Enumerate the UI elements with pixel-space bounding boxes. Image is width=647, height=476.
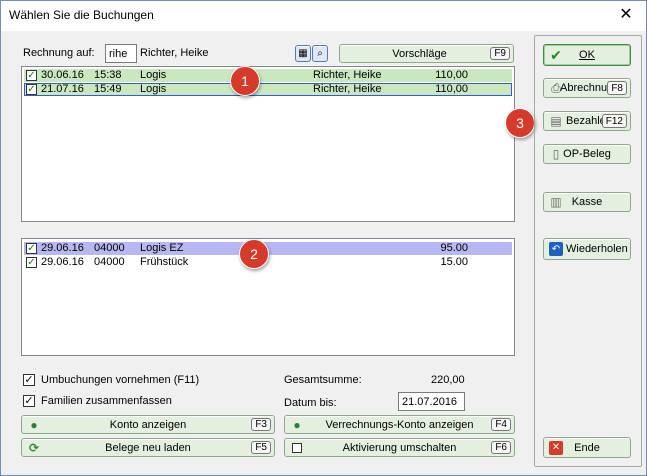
suggestions-label: Vorschläge (392, 47, 447, 60)
row-checkbox[interactable]: ✓ (26, 70, 37, 81)
annotation-badge-3: 3 (505, 108, 535, 138)
row-amount: 110,00 (435, 69, 468, 81)
belege-key: F5 (251, 441, 271, 454)
ende-button[interactable]: ✕ Ende (543, 437, 631, 458)
dialog-window: Wählen Sie die Buchungen ✕ Rechnung auf:… (0, 0, 647, 476)
wiederholen-button[interactable]: ↶ Wiederholen (543, 238, 631, 260)
ok-label: OK (579, 49, 595, 61)
row-time: 15:49 (94, 83, 122, 95)
sum-value: 220,00 (431, 374, 465, 386)
window-title: Wählen Sie die Buchungen (9, 8, 154, 22)
row-text: Logis (140, 69, 167, 81)
printer-icon: ⎙ (551, 80, 561, 95)
row-code: 04000 (94, 242, 125, 254)
cash-register-icon: ▥ (550, 195, 562, 209)
bookings-list[interactable]: ✓ 30.06.16 15:38 Logis Richter, Heike 11… (21, 66, 515, 222)
document-icon: ▯ (552, 147, 560, 161)
opbeleg-button[interactable]: ▯ OP-Beleg (543, 144, 631, 164)
bezahlen-button[interactable]: ▤ Bezahlen F12 (543, 111, 631, 131)
aktivierung-label: Aktivierung umschalten (342, 441, 457, 454)
kasse-button[interactable]: ▥ Kasse (543, 192, 631, 212)
konto-button[interactable]: ● Konto anzeigen F3 (21, 415, 275, 434)
annotation-badge-2: 2 (239, 239, 269, 269)
cash-icon: ▤ (550, 114, 562, 128)
row-text: Frühstück (140, 256, 189, 268)
wiederholen-label: Wiederholen (566, 243, 628, 255)
row-code: 04000 (94, 256, 125, 268)
row-text: Logis (140, 83, 167, 95)
opbeleg-label: OP-Beleg (563, 148, 611, 160)
belege-button[interactable]: ⟳ Belege neu laden F5 (21, 438, 275, 457)
familien-label: Familien zusammenfassen (41, 395, 172, 407)
invoice-name: Richter, Heike (140, 47, 209, 59)
checkbox-icon (290, 441, 304, 455)
bezahlen-key: F12 (601, 114, 627, 128)
checkmark-icon: ✔ (550, 46, 562, 63)
suggestions-key: F9 (490, 47, 510, 60)
umbuchungen-checkbox[interactable]: ✓ (23, 374, 35, 386)
invoice-code-input[interactable]: rihe (105, 44, 137, 63)
abrechnung-label: Abrechnung (560, 82, 610, 94)
konto-label: Konto anzeigen (109, 418, 187, 431)
kasse-label: Kasse (571, 196, 603, 208)
aktivierung-key: F6 (491, 441, 511, 454)
account-icon: ● (30, 417, 38, 432)
row-date: 29.06.16 (41, 242, 84, 254)
close-icon: ✕ (549, 440, 563, 455)
row-name: Richter, Heike (313, 69, 382, 81)
row-name: Richter, Heike (313, 83, 382, 95)
row-date: 30.06.16 (41, 69, 84, 81)
verrechnung-label: Verrechnungs-Konto anzeigen (325, 418, 474, 431)
refresh-icon: ⟳ (28, 440, 40, 455)
invoice-label: Rechnung auf: (23, 47, 95, 59)
row-time: 15:38 (94, 69, 122, 81)
search-button[interactable]: ⌕ (312, 45, 328, 62)
familien-checkbox[interactable]: ✓ (23, 395, 35, 407)
annotation-badge-1: 1 (230, 66, 260, 96)
row-date: 21.07.16 (41, 83, 84, 95)
ende-label: Ende (574, 441, 600, 454)
calculator-button[interactable]: ▦ (295, 45, 311, 62)
umbuchungen-label: Umbuchungen vornehmen (F11) (41, 374, 200, 386)
abrechnung-key: F8 (607, 81, 627, 95)
belege-label: Belege neu laden (105, 441, 191, 454)
list-item[interactable]: ✓ 21.07.16 15:49 Logis Richter, Heike 11… (24, 83, 512, 96)
row-amount: 95.00 (440, 242, 468, 254)
row-checkbox[interactable]: ✓ (26, 243, 37, 254)
row-amount: 110,00 (435, 83, 468, 95)
row-checkbox[interactable]: ✓ (26, 257, 37, 268)
account-icon: ● (293, 417, 301, 432)
search-icon: ⌕ (317, 48, 323, 59)
verrechnung-key: F4 (491, 418, 511, 431)
ok-button[interactable]: ✔ OK (543, 44, 631, 66)
aktivierung-button[interactable]: Aktivierung umschalten F6 (284, 438, 515, 457)
verrechnung-button[interactable]: ● Verrechnungs-Konto anzeigen F4 (284, 415, 515, 434)
close-icon[interactable]: ✕ (616, 5, 636, 25)
konto-key: F3 (251, 418, 271, 431)
calculator-icon: ▦ (298, 48, 308, 59)
row-text: Logis EZ (140, 242, 184, 254)
row-checkbox[interactable]: ✓ (26, 84, 37, 95)
suggestions-button[interactable]: Vorschläge F9 (339, 44, 514, 63)
list-item[interactable]: ✓ 30.06.16 15:38 Logis Richter, Heike 11… (24, 69, 512, 82)
date-label: Datum bis: (284, 397, 337, 409)
row-date: 29.06.16 (41, 256, 84, 268)
undo-icon: ↶ (549, 242, 563, 256)
title-bar: Wählen Sie die Buchungen ✕ (1, 1, 646, 31)
sum-label: Gesamtsumme: (284, 374, 362, 386)
date-input[interactable]: 21.07.2016 (398, 392, 465, 411)
row-amount: 15.00 (440, 256, 468, 268)
abrechnung-button[interactable]: ⎙ Abrechnung F8 (543, 78, 631, 98)
